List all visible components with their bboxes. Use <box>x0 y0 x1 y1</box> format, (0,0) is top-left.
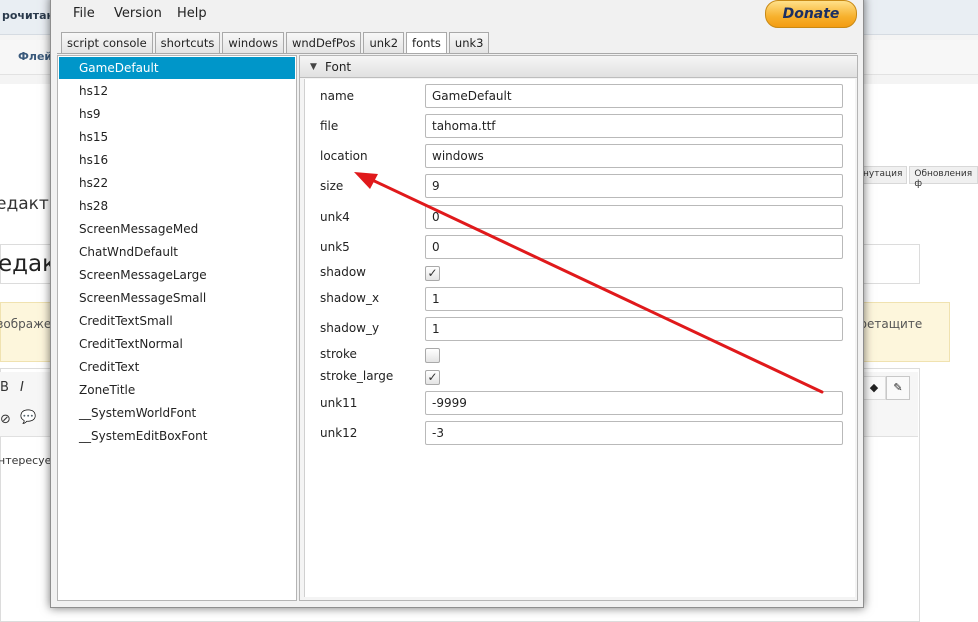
shadow-x-field[interactable]: 1 <box>425 287 843 311</box>
tab-shortcuts[interactable]: shortcuts <box>154 32 221 54</box>
italic-icon[interactable]: I <box>20 380 24 395</box>
list-item[interactable]: ScreenMessageMed <box>59 218 295 240</box>
list-item[interactable]: ChatWndDefault <box>59 241 295 263</box>
tab-fonts[interactable]: fonts <box>406 32 447 54</box>
list-item[interactable]: GameDefault <box>59 57 295 79</box>
shadow-y-label: shadow_y <box>320 321 380 335</box>
property-grid: name GameDefault file tahoma.ttf locatio… <box>304 79 855 597</box>
list-item[interactable]: CreditTextSmall <box>59 310 295 332</box>
section-title: Font <box>325 60 352 74</box>
tab-bar: script console shortcuts windows wndDefP… <box>61 32 491 54</box>
unk11-label: unk11 <box>320 396 358 410</box>
list-item[interactable]: hs12 <box>59 80 295 102</box>
location-field[interactable]: windows <box>425 144 843 168</box>
unlink-icon[interactable]: ⊘ <box>0 412 11 427</box>
editor-text: нтересуе <box>0 454 52 467</box>
size-label: size <box>320 179 344 193</box>
shadow-x-label: shadow_x <box>320 291 380 305</box>
location-label: location <box>320 149 368 163</box>
unk4-label: unk4 <box>320 210 350 224</box>
list-item[interactable]: CreditTextNormal <box>59 333 295 355</box>
list-item[interactable]: ScreenMessageSmall <box>59 287 295 309</box>
file-field[interactable]: tahoma.ttf <box>425 114 843 138</box>
unk11-field[interactable]: -9999 <box>425 391 843 415</box>
donate-button[interactable]: Donate <box>765 0 857 28</box>
list-item[interactable]: __SystemWorldFont <box>59 402 295 424</box>
font-section-header[interactable]: ▼ Font <box>300 56 857 78</box>
unk12-field[interactable]: -3 <box>425 421 843 445</box>
unk12-label: unk12 <box>320 426 358 440</box>
tab-unk2[interactable]: unk2 <box>363 32 405 54</box>
list-item[interactable]: hs16 <box>59 149 295 171</box>
menu-version[interactable]: Version <box>114 6 162 21</box>
list-item[interactable]: hs22 <box>59 172 295 194</box>
stroke-large-label: stroke_large <box>320 369 394 383</box>
file-label: file <box>320 119 339 133</box>
unk5-field[interactable]: 0 <box>425 235 843 259</box>
bold-icon[interactable]: B <box>0 380 9 395</box>
list-item[interactable]: hs9 <box>59 103 295 125</box>
font-properties-pane: ▼ Font name GameDefault file tahoma.ttf … <box>299 55 858 601</box>
list-item[interactable]: __SystemEditBoxFont <box>59 425 295 447</box>
notice-text-left: зображе <box>0 317 52 331</box>
shadow-label: shadow <box>320 265 366 279</box>
stroke-large-checkbox[interactable]: ✓ <box>425 370 440 385</box>
font-editor-window: File Version Help Donate script console … <box>50 0 864 608</box>
menu-file[interactable]: File <box>73 6 95 21</box>
quote-icon[interactable]: 💬 <box>20 410 36 425</box>
list-item[interactable]: hs28 <box>59 195 295 217</box>
forum-tab-updates[interactable]: Обновления ф <box>909 166 978 189</box>
stroke-checkbox[interactable] <box>425 348 440 363</box>
size-field[interactable]: 9 <box>425 174 843 198</box>
menu-help[interactable]: Help <box>177 6 207 21</box>
list-item[interactable]: ScreenMessageLarge <box>59 264 295 286</box>
forum-tabs: нутация Обновления ф <box>858 166 978 189</box>
tab-wnddefpos[interactable]: wndDefPos <box>285 32 362 54</box>
shadow-checkbox[interactable]: ✓ <box>425 266 440 281</box>
font-list[interactable]: GameDefault hs12 hs9 hs15 hs16 hs22 hs28… <box>57 55 297 601</box>
tab-divider <box>57 53 857 54</box>
eraser-icon[interactable]: ◆ <box>862 376 886 400</box>
page-title: едакт <box>0 194 49 214</box>
tab-windows[interactable]: windows <box>222 32 284 54</box>
list-item[interactable]: hs15 <box>59 126 295 148</box>
name-field[interactable]: GameDefault <box>425 84 843 108</box>
name-label: name <box>320 89 355 103</box>
list-item[interactable]: ZoneTitle <box>59 379 295 401</box>
edit-icon[interactable]: ✎ <box>886 376 910 400</box>
unk4-field[interactable]: 0 <box>425 205 843 229</box>
shadow-y-field[interactable]: 1 <box>425 317 843 341</box>
collapse-triangle-icon[interactable]: ▼ <box>310 62 317 72</box>
list-item[interactable]: CreditText <box>59 356 295 378</box>
tab-unk3[interactable]: unk3 <box>448 32 490 54</box>
forum-tab-reputation[interactable]: нутация <box>858 166 908 184</box>
breadcrumb[interactable]: Флей <box>18 50 52 63</box>
menu-bar: File Version Help Donate <box>51 0 863 28</box>
tab-script-console[interactable]: script console <box>61 32 153 54</box>
stroke-label: stroke <box>320 347 357 361</box>
unk5-label: unk5 <box>320 240 350 254</box>
